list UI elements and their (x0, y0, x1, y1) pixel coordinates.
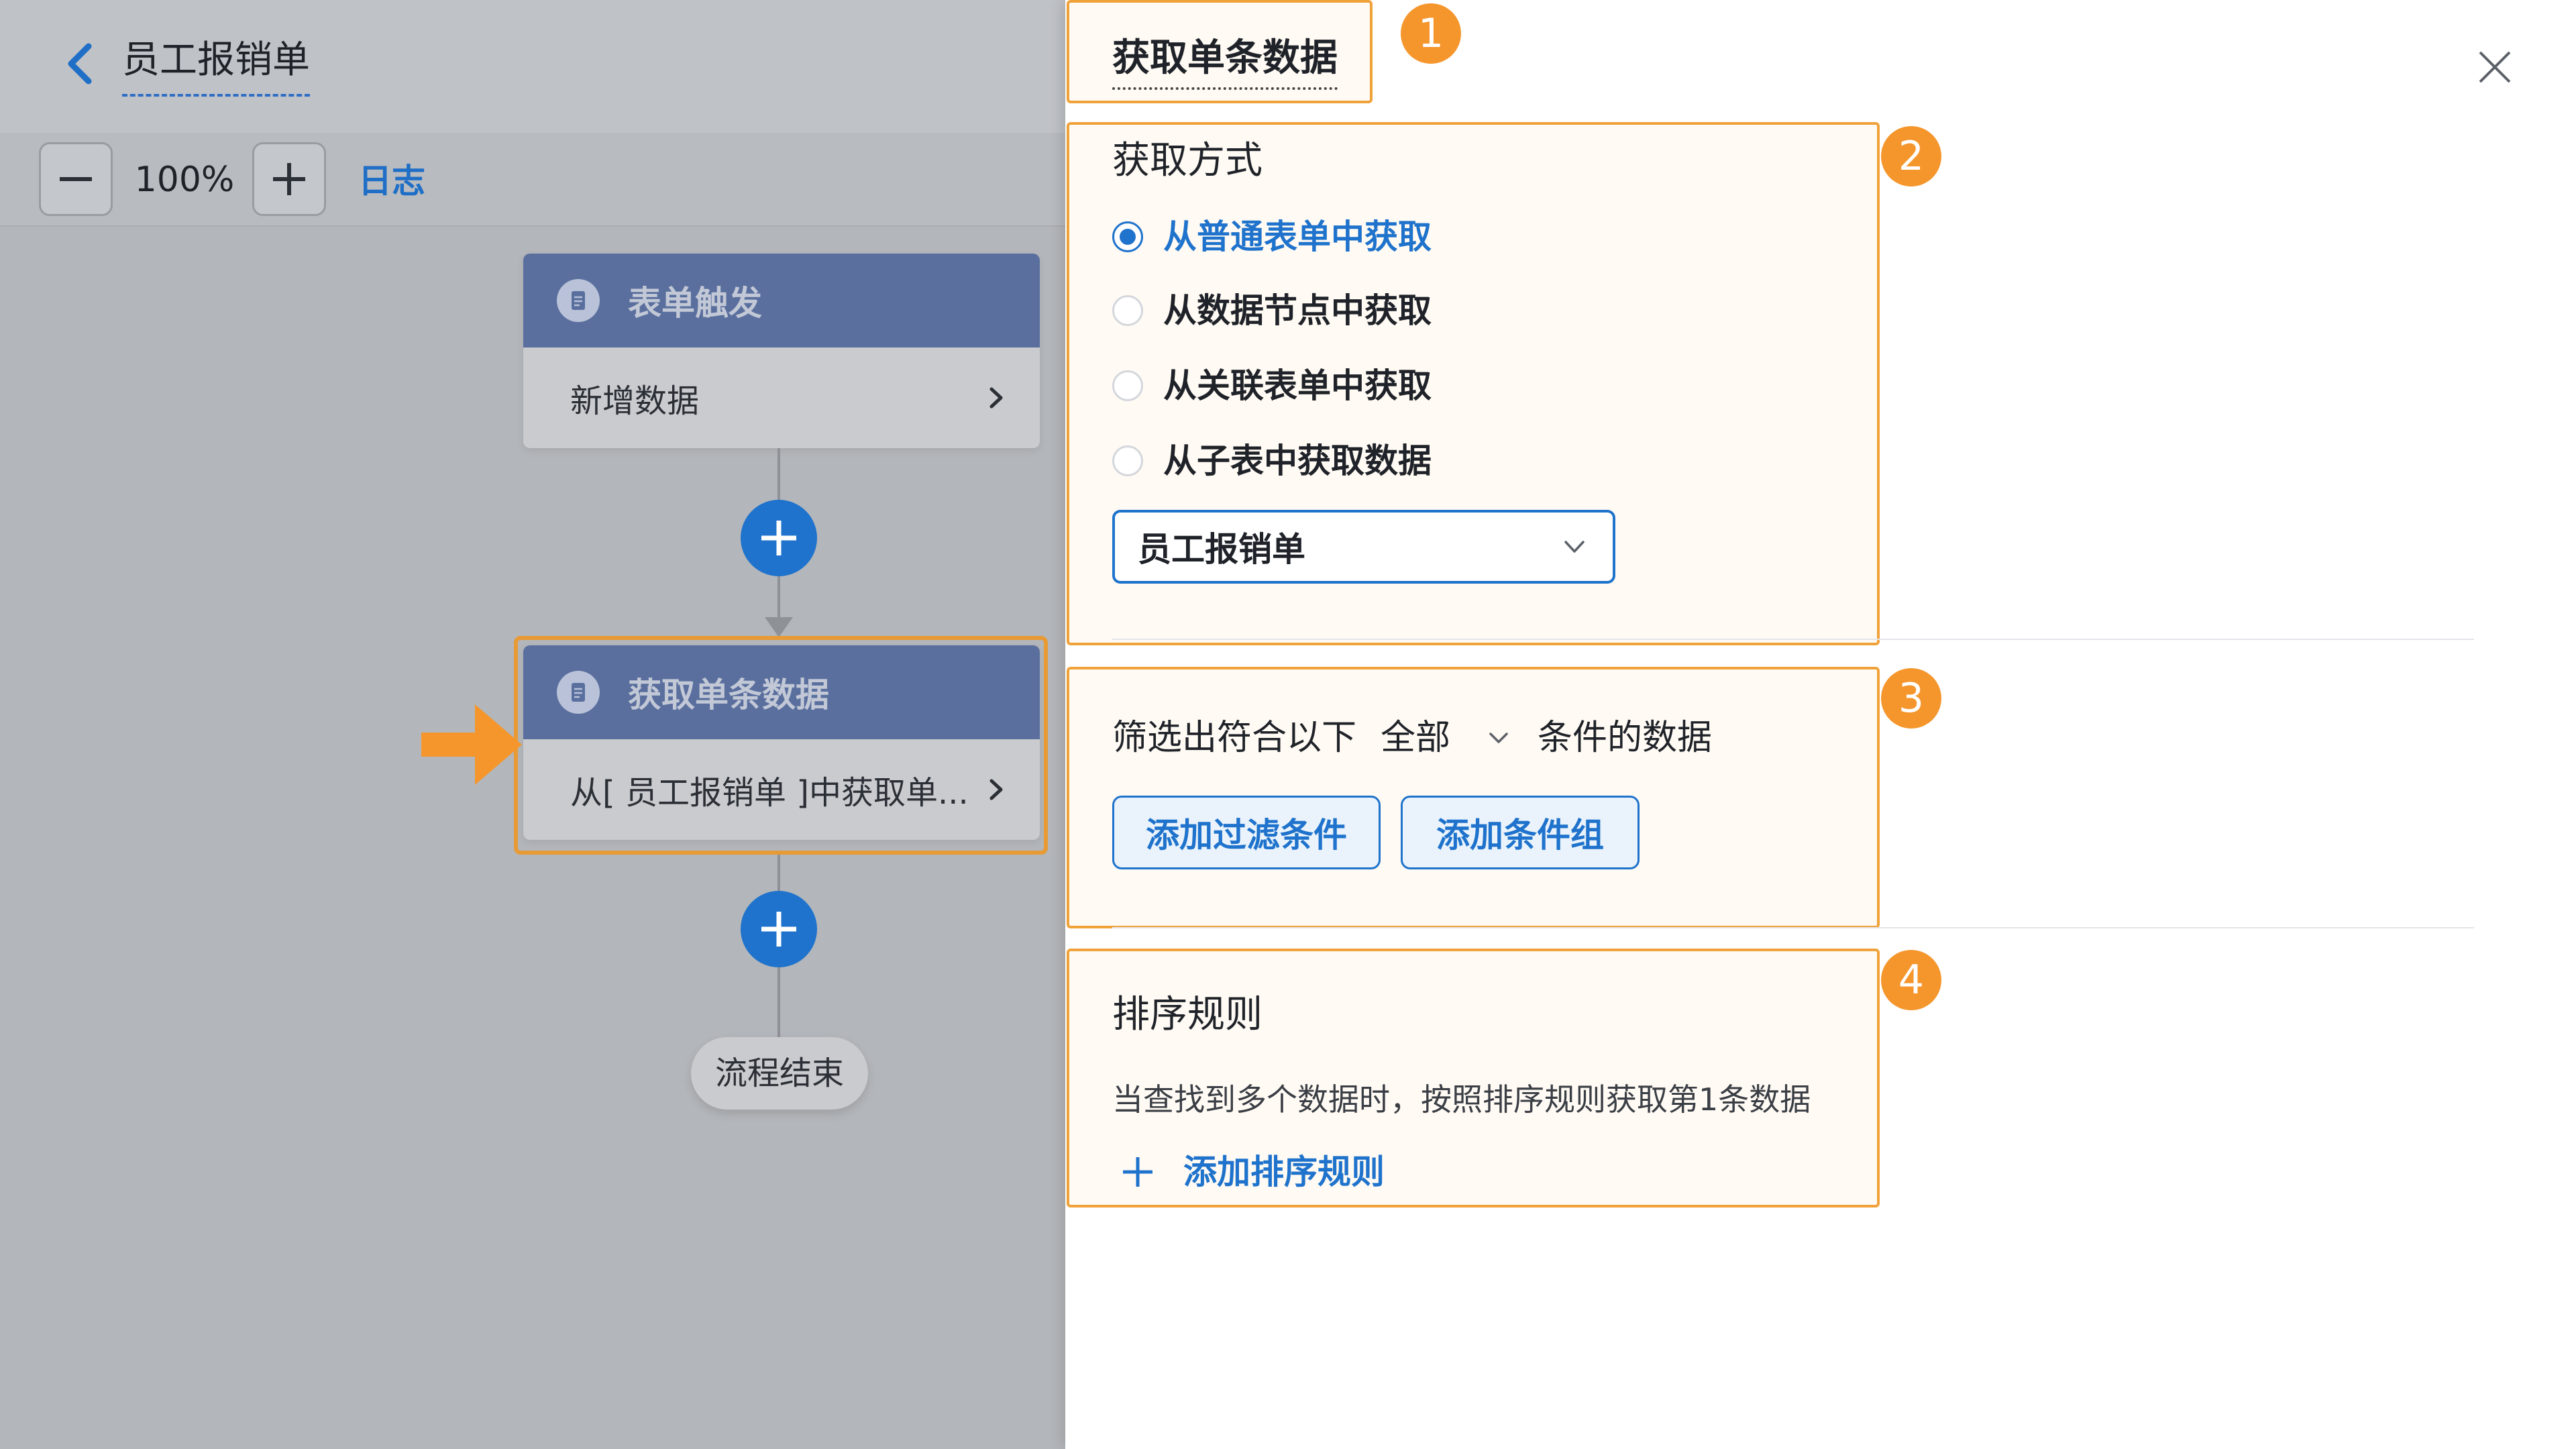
add-node-button[interactable] (741, 891, 817, 967)
annotation-badge-2: 2 (1881, 126, 1941, 186)
flow-editor-backdrop: 员工报销单 100% 日志 表单触发 新增数据 获取单条数据 从[员工报销单 … (0, 0, 1073, 1449)
connector-line (777, 448, 780, 502)
form-select[interactable]: 员工报销单 (1112, 510, 1615, 584)
zoom-level: 100% (134, 160, 235, 200)
get-single-data-node-body[interactable]: 从[ 员工报销单 ]中获取单... (523, 739, 1040, 840)
filter-prefix: 筛选出符合以下 (1112, 718, 1357, 758)
add-condition-group-button[interactable]: 添加条件组 (1401, 796, 1640, 869)
annotation-badge-3: 3 (1881, 668, 1941, 729)
radio-button[interactable] (1112, 221, 1143, 252)
zoom-in-button[interactable] (252, 142, 326, 216)
form-select-value: 员工报销单 (1138, 530, 1305, 569)
sort-rule-description: 当查找到多个数据时，按照排序规则获取第1条数据 (1112, 1081, 1811, 1118)
add-sort-rule-label: 添加排序规则 (1183, 1152, 1385, 1191)
connector-line (777, 855, 780, 892)
connector-line (777, 967, 780, 1038)
get-single-data-node[interactable]: 获取单条数据 从[ 员工报销单 ]中获取单... (523, 645, 1040, 840)
radio-label: 从关联表单中获取 (1163, 366, 1432, 405)
section-divider (1112, 639, 2474, 640)
trigger-node-header: 表单触发 (523, 254, 1040, 347)
fetch-method-label: 获取方式 (1112, 139, 1263, 182)
radio-label: 从子表中获取数据 (1163, 441, 1432, 480)
plus-icon (273, 163, 305, 195)
filter-scope-value: 全部 (1381, 718, 1451, 758)
radio-label: 从普通表单中获取 (1163, 217, 1432, 256)
minus-icon (60, 177, 92, 181)
radio-button[interactable] (1112, 445, 1143, 476)
radio-from-linked-form[interactable]: 从关联表单中获取 (1112, 362, 1432, 409)
sort-rule-label: 排序规则 (1112, 993, 1263, 1036)
document-icon (557, 671, 600, 714)
filter-suffix: 条件的数据 (1538, 718, 1713, 758)
chevron-down-icon (1564, 541, 1585, 553)
close-icon (2479, 51, 2511, 83)
back-button[interactable] (54, 37, 107, 91)
trigger-node-body[interactable]: 新增数据 (523, 347, 1040, 448)
get-single-data-node-title: 获取单条数据 (628, 676, 829, 714)
radio-button[interactable] (1112, 370, 1143, 401)
document-icon (557, 279, 600, 322)
section-divider (1112, 927, 2474, 928)
chevron-down-icon (1489, 733, 1508, 743)
panel-title[interactable]: 获取单条数据 (1112, 35, 1338, 90)
radio-from-normal-form[interactable]: 从普通表单中获取 (1112, 213, 1432, 260)
filter-scope-select[interactable]: 全部 (1381, 714, 1513, 762)
radio-from-data-node[interactable]: 从数据节点中获取 (1112, 287, 1432, 334)
radio-button[interactable] (1112, 295, 1143, 326)
get-single-data-node-label: 从[ 员工报销单 ]中获取单... (570, 774, 969, 812)
page-title[interactable]: 员工报销单 (122, 34, 310, 97)
orange-arrow-icon (421, 704, 522, 785)
plus-icon (761, 912, 796, 947)
close-button[interactable] (2473, 46, 2516, 89)
zoom-out-button[interactable] (39, 142, 113, 216)
chevron-right-icon (989, 387, 1003, 409)
log-link[interactable]: 日志 (358, 154, 425, 208)
annotation-badge-4: 4 (1881, 950, 1941, 1010)
chevron-right-icon (989, 779, 1003, 800)
add-node-button[interactable] (741, 500, 817, 576)
plus-icon (1123, 1157, 1152, 1187)
connector-line (777, 576, 780, 621)
filter-condition-row: 筛选出符合以下 全部 条件的数据 (1112, 714, 1712, 762)
connector-arrowhead (765, 617, 793, 637)
radio-from-subtable[interactable]: 从子表中获取数据 (1112, 437, 1432, 484)
add-sort-rule-button[interactable]: 添加排序规则 (1119, 1148, 1385, 1195)
end-node: 流程结束 (691, 1037, 868, 1110)
radio-label: 从数据节点中获取 (1163, 291, 1432, 330)
editor-header: 员工报销单 (0, 0, 1073, 133)
plus-icon (761, 521, 796, 555)
get-single-data-node-header: 获取单条数据 (523, 645, 1040, 739)
chevron-left-icon (68, 43, 92, 85)
annotation-badge-1: 1 (1401, 3, 1461, 64)
node-config-panel: 获取单条数据 1 获取方式 从普通表单中获取 从数据节点中获取 从关联表单中获取… (1065, 0, 2576, 1449)
zoom-toolbar: 100% 日志 (0, 133, 1073, 227)
trigger-node-title: 表单触发 (628, 284, 762, 323)
trigger-node-label: 新增数据 (570, 382, 700, 420)
trigger-node[interactable]: 表单触发 新增数据 (523, 254, 1040, 448)
add-filter-button[interactable]: 添加过滤条件 (1112, 796, 1381, 869)
